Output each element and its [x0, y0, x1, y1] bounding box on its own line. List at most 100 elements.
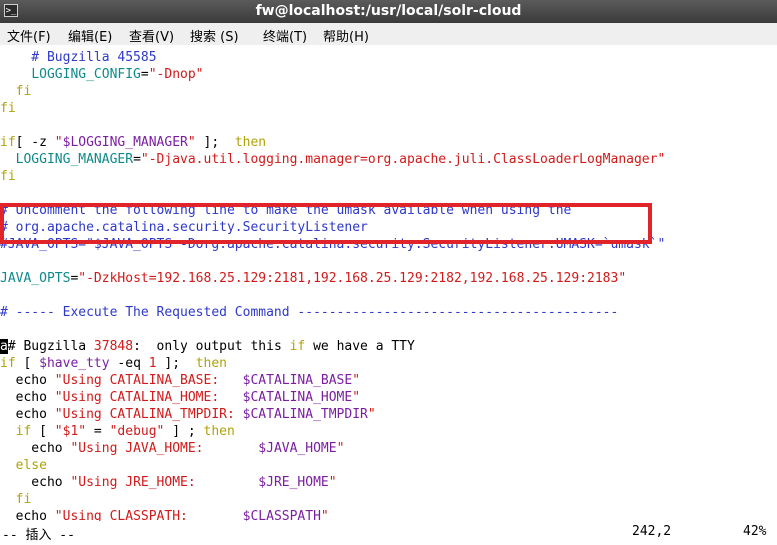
code-token: " — [352, 390, 361, 405]
editor-line: # ----- Execute The Requested Command --… — [0, 304, 618, 321]
code-token: [ -z — [15, 135, 55, 150]
code-token: "Using CATALINA_HOME: — [54, 390, 243, 405]
code-token: "debug" — [109, 424, 165, 439]
code-token: 1 — [148, 356, 157, 371]
vim-editor-area[interactable]: # Bugzilla 45585 LOGGING_CONFIG="-Dnop" … — [0, 45, 777, 521]
code-token: "Using CLASSPATH: — [54, 509, 243, 521]
window-titlebar[interactable]: >_ fw@localhost:/usr/local/solr-cloud — [0, 0, 777, 23]
editor-line: a# Bugzilla 37848: only output this if w… — [0, 338, 415, 355]
code-token: if — [0, 135, 16, 150]
code-token: " — [328, 475, 337, 490]
code-token: = — [133, 152, 141, 167]
code-token: $CATALINA_TMPDIR — [242, 407, 368, 422]
code-token: then — [195, 356, 228, 371]
code-token: echo — [0, 390, 55, 405]
code-token: $CATALINA_BASE — [242, 373, 353, 388]
code-token: ] ; — [164, 424, 204, 439]
code-token: echo — [0, 373, 55, 388]
code-token: " — [336, 441, 345, 456]
code-token: fi — [0, 84, 32, 99]
code-token: then — [203, 424, 235, 439]
scroll-percent: 42% — [743, 524, 767, 539]
code-token: fi — [0, 101, 16, 116]
editor-line: echo "Using CATALINA_TMPDIR: $CATALINA_T… — [0, 406, 376, 423]
code-token: "Using JAVA_HOME: — [70, 441, 259, 456]
code-token: " — [367, 407, 376, 422]
highlight-box — [0, 203, 652, 244]
menu-search[interactable]: 搜索 (S) — [190, 26, 239, 45]
code-token: " — [187, 135, 196, 150]
code-token: else — [0, 458, 47, 473]
code-token: "-DzkHost=192.168.25.129:2181,192.168.25… — [78, 271, 627, 286]
code-token: echo — [0, 441, 71, 456]
editor-line: else — [0, 457, 47, 474]
code-token: "-Djava.util.logging.manager=org.apache.… — [140, 152, 666, 167]
code-token: "$1" — [54, 424, 87, 439]
code-token: # Bugzilla — [7, 339, 94, 354]
code-token: " — [54, 135, 63, 150]
menu-view[interactable]: 查看(V) — [129, 26, 174, 45]
code-token: echo — [0, 509, 55, 521]
code-token: -eq — [109, 356, 149, 371]
menu-help[interactable]: 帮助(H) — [323, 26, 369, 45]
text-cursor: a — [0, 339, 8, 354]
code-token: "Using JRE_HOME: — [70, 475, 259, 490]
editor-line: echo "Using JAVA_HOME: $JAVA_HOME" — [0, 440, 344, 457]
editor-line: # Bugzilla 45585 — [0, 49, 157, 66]
insert-mode-indicator: -- 插入 -- — [2, 528, 75, 543]
editor-line: if [ "$1" = "debug" ] ; then — [0, 423, 235, 440]
window-title: fw@localhost:/usr/local/solr-cloud — [255, 3, 522, 19]
code-token: $LOGGING_MANAGER — [62, 135, 188, 150]
status-bar: -- 插入 -- 242,2 42% — [0, 521, 777, 545]
menu-bar: 文件(F) 编辑(E) 查看(V) 搜索 (S) 终端(T) 帮助(H) — [0, 23, 777, 45]
code-token: # ----- Execute The Requested Command --… — [0, 305, 619, 320]
code-token: ]; — [156, 356, 196, 371]
cursor-position: 242,2 — [632, 524, 672, 539]
code-token: "-Dnop" — [148, 67, 204, 82]
code-token: = — [86, 424, 110, 439]
editor-line: echo "Using CLASSPATH: $CLASSPATH" — [0, 508, 329, 521]
code-token: if — [0, 424, 32, 439]
editor-line: fi — [0, 83, 32, 100]
code-token: echo — [0, 407, 55, 422]
code-token: then — [234, 135, 267, 150]
code-token: ]; — [195, 135, 235, 150]
editor-line: fi — [0, 100, 16, 117]
code-token: LOGGING_MANAGER — [15, 152, 134, 167]
code-token: = — [140, 67, 149, 82]
code-token: $CLASSPATH — [242, 509, 321, 521]
code-token: $have_tty — [39, 356, 110, 371]
editor-line: LOGGING_MANAGER="-Djava.util.logging.man… — [0, 151, 666, 168]
menu-file[interactable]: 文件(F) — [7, 26, 51, 45]
editor-line: if[ -z "$LOGGING_MANAGER" ]; then — [0, 134, 266, 151]
code-token: "Using CATALINA_BASE: — [54, 373, 243, 388]
code-token: echo — [0, 475, 71, 490]
editor-line: echo "Using JRE_HOME: $JRE_HOME" — [0, 474, 337, 491]
code-token: LOGGING_CONFIG — [31, 67, 141, 82]
menu-terminal[interactable]: 终端(T) — [263, 26, 307, 45]
editor-line: JAVA_OPTS="-DzkHost=192.168.25.129:2181,… — [0, 270, 626, 287]
code-token: : only output this — [133, 339, 290, 354]
code-token: $CATALINA_HOME — [242, 390, 353, 405]
code-token: fi — [0, 492, 32, 507]
code-token: 37848 — [93, 339, 134, 354]
code-token: " — [320, 509, 329, 521]
editor-line: echo "Using CATALINA_HOME: $CATALINA_HOM… — [0, 389, 360, 406]
code-token: if — [289, 339, 306, 354]
editor-line: if [ $have_tty -eq 1 ]; then — [0, 355, 227, 372]
code-token: "Using CATALINA_TMPDIR: — [54, 407, 243, 422]
code-token: [ — [31, 424, 55, 439]
code-token: $JRE_HOME — [258, 475, 329, 490]
code-token: " — [352, 373, 361, 388]
editor-line: fi — [0, 168, 16, 185]
code-token: fi — [0, 169, 16, 184]
editor-line: fi — [0, 491, 32, 508]
editor-line: echo "Using CATALINA_BASE: $CATALINA_BAS… — [0, 372, 360, 389]
code-token: $JAVA_HOME — [258, 441, 337, 456]
code-token: # Bugzilla 45585 — [0, 50, 157, 65]
code-token: we have a TTY — [305, 339, 415, 354]
code-token: JAVA_OPTS — [0, 271, 71, 286]
menu-edit[interactable]: 编辑(E) — [68, 26, 112, 45]
